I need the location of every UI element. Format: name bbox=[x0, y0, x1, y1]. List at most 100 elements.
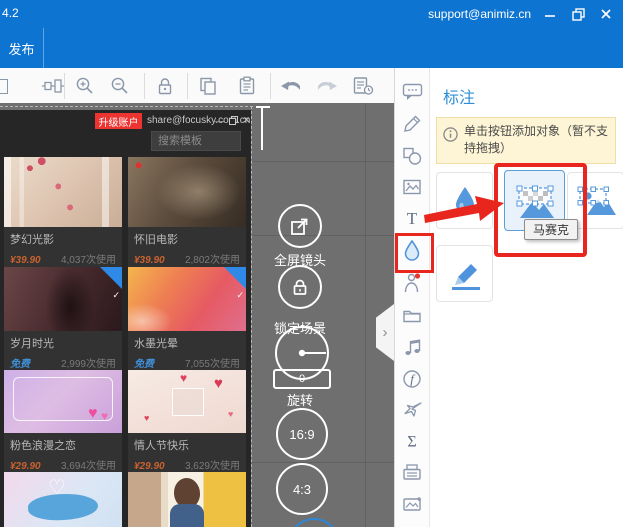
lock-button[interactable] bbox=[152, 74, 178, 98]
template-thumbnail: ✓ bbox=[4, 267, 122, 331]
toolbar-separator bbox=[144, 73, 145, 99]
zoom-out-icon bbox=[111, 77, 128, 94]
app-version: 4.2 bbox=[2, 6, 19, 20]
redo-button[interactable] bbox=[313, 74, 339, 98]
template-card[interactable]: ✓ 水墨光晕 免费 7,055次使用 bbox=[128, 267, 246, 375]
template-price: 免费 bbox=[10, 359, 30, 370]
template-thumbnail bbox=[4, 157, 122, 227]
store-close-button[interactable]: ✕ bbox=[240, 114, 251, 127]
clipped-tool-icon[interactable] bbox=[0, 79, 8, 94]
watermark-drop-button[interactable] bbox=[436, 172, 493, 229]
ratio-4-3-button[interactable]: 4:3 bbox=[276, 463, 328, 515]
heart-icon: ♥ bbox=[180, 371, 188, 385]
template-card[interactable]: 怀旧电影 ¥39.90 2,802次使用 bbox=[128, 157, 246, 271]
ratio-4-3-label: 4:3 bbox=[292, 481, 312, 497]
pencil-icon bbox=[404, 115, 421, 132]
template-thumbnail bbox=[128, 472, 246, 527]
rotate-value-box[interactable]: 0 bbox=[273, 369, 331, 389]
rotate-label: 旋转 bbox=[286, 393, 313, 408]
svg-text:T: T bbox=[407, 209, 418, 228]
lock-icon bbox=[158, 78, 172, 95]
template-card[interactable]: ✓ 岁月时光 免费 2,999次使用 bbox=[4, 267, 122, 375]
subtitle-tool-button[interactable] bbox=[398, 78, 426, 106]
template-thumbnail: ♡ bbox=[4, 472, 122, 527]
store-minimize-button[interactable]: — bbox=[213, 114, 226, 127]
flash-icon: f bbox=[403, 370, 421, 388]
paste-button[interactable] bbox=[234, 74, 260, 98]
selection-bracket bbox=[256, 106, 270, 108]
template-card[interactable]: 梦幻光影 ¥39.90 4,037次使用 bbox=[4, 157, 122, 271]
template-card[interactable] bbox=[128, 472, 246, 527]
template-uses: 7,055次使用 bbox=[184, 359, 240, 370]
template-card[interactable]: ♥ ♥ ♥ ♥ 情人节快乐 ¥29.90 3,629次使用 bbox=[128, 370, 246, 477]
history-button[interactable] bbox=[350, 74, 376, 98]
template-title: 情人节快乐 bbox=[134, 440, 189, 452]
video-tool-button[interactable] bbox=[398, 490, 426, 518]
template-uses: 3,629次使用 bbox=[184, 461, 240, 472]
character-tool-button[interactable] bbox=[398, 269, 426, 297]
music-note-icon bbox=[404, 339, 420, 355]
owned-badge: ✓ bbox=[100, 267, 122, 300]
template-thumbnail: ✓ bbox=[128, 267, 246, 331]
heart-icon: ♥ bbox=[144, 413, 150, 423]
publish-tab[interactable]: 发布 bbox=[0, 28, 44, 68]
panel-title: 标注 bbox=[443, 90, 476, 107]
marker-button[interactable] bbox=[436, 245, 493, 302]
zoom-out-button[interactable] bbox=[107, 74, 133, 98]
grid-line bbox=[365, 103, 366, 527]
image-tool-button[interactable] bbox=[398, 173, 426, 201]
history-icon bbox=[353, 77, 374, 95]
ribbon-bar bbox=[0, 28, 623, 68]
search-input[interactable] bbox=[151, 131, 241, 151]
formula-tool-button[interactable]: Σ bbox=[398, 427, 426, 455]
grid-line bbox=[251, 235, 394, 236]
mosaic-tooltip: 马赛克 bbox=[524, 219, 579, 240]
ratio-16-9-button[interactable]: 16:9 bbox=[276, 408, 328, 460]
print-tool-button[interactable] bbox=[398, 458, 426, 486]
thumbnail-frame bbox=[172, 388, 204, 416]
heart-icon: ♥ bbox=[228, 409, 234, 419]
undo-button[interactable] bbox=[279, 74, 305, 98]
upgrade-account-button[interactable]: 升级账户 bbox=[95, 113, 142, 129]
selection-bracket bbox=[261, 106, 263, 150]
brush-stroke bbox=[27, 492, 99, 522]
heart-icon: ♥ bbox=[88, 405, 98, 422]
align-button[interactable] bbox=[40, 74, 66, 98]
character-icon bbox=[404, 273, 421, 293]
zoom-in-button[interactable] bbox=[72, 74, 98, 98]
check-icon: ✓ bbox=[236, 290, 244, 300]
text-tool-button[interactable]: T bbox=[398, 204, 426, 232]
folder-tool-button[interactable] bbox=[398, 301, 426, 329]
restore-button[interactable] bbox=[567, 6, 589, 22]
water-drop-icon bbox=[404, 239, 420, 261]
template-thumbnail: ♥ ♥ bbox=[4, 370, 122, 433]
sigma-icon: Σ bbox=[407, 434, 416, 451]
svg-text:f: f bbox=[410, 372, 416, 387]
store-restore-icon bbox=[229, 116, 238, 125]
template-price: 免费 bbox=[134, 359, 154, 370]
close-button[interactable] bbox=[595, 6, 617, 22]
heart-icon: ♥ bbox=[101, 409, 109, 423]
template-card[interactable]: ♥ ♥ 粉色浪漫之恋 ¥29.90 3,694次使用 bbox=[4, 370, 122, 477]
music-tool-button[interactable] bbox=[398, 333, 426, 361]
flash-tool-button[interactable]: f bbox=[398, 365, 426, 393]
template-uses: 2,802次使用 bbox=[184, 255, 240, 266]
pencil-tool-button[interactable] bbox=[398, 110, 426, 138]
template-uses: 2,999次使用 bbox=[60, 359, 116, 370]
store-restore-button[interactable] bbox=[227, 114, 240, 127]
shapes-tool-button[interactable] bbox=[398, 142, 426, 170]
watermark-tool-button[interactable] bbox=[398, 236, 426, 264]
template-card[interactable]: ♡ bbox=[4, 472, 122, 527]
lock-scene-button[interactable] bbox=[278, 265, 322, 309]
copy-button[interactable] bbox=[195, 74, 221, 98]
redo-icon bbox=[318, 81, 337, 90]
template-price: ¥39.90 bbox=[134, 255, 165, 266]
template-price: ¥29.90 bbox=[134, 461, 165, 472]
airplane-tool-button[interactable] bbox=[398, 396, 426, 424]
rotate-value: 0 bbox=[298, 373, 306, 385]
thumbnail-frame bbox=[13, 377, 113, 421]
minimize-button[interactable] bbox=[539, 6, 561, 22]
template-title: 岁月时光 bbox=[10, 338, 54, 350]
water-drop-icon bbox=[455, 186, 474, 213]
fullscreen-camera-button[interactable] bbox=[278, 204, 322, 248]
